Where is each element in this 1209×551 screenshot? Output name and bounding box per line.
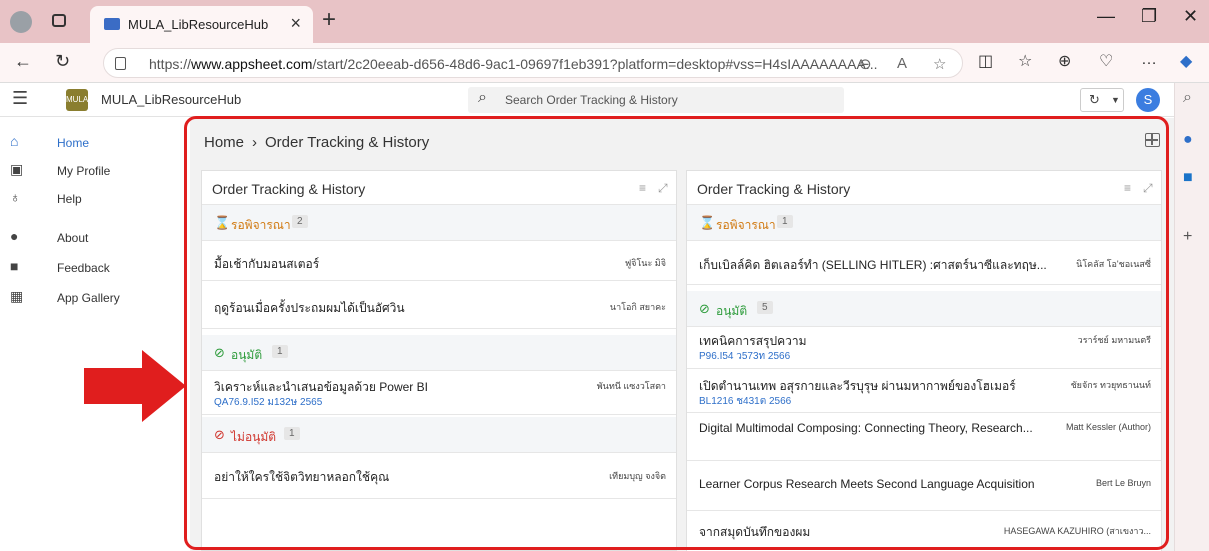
avatar[interactable]: S bbox=[1136, 88, 1160, 112]
edge-sidebar: ⌕ ● ■ + bbox=[1174, 83, 1209, 551]
search-input[interactable]: ⌕ Search Order Tracking & History bbox=[468, 87, 844, 113]
add-sidebar-app-icon[interactable]: + bbox=[1183, 228, 1192, 246]
sidebar-item-my-profile[interactable]: ▣ My Profile bbox=[0, 156, 184, 186]
sidebar-item-label: Help bbox=[57, 192, 82, 206]
close-window-icon[interactable]: ✕ bbox=[1183, 6, 1198, 27]
zoom-icon[interactable]: ⊖ bbox=[859, 55, 872, 73]
app-name: MULA_LibResourceHub bbox=[101, 92, 242, 107]
close-tab-icon[interactable]: × bbox=[290, 13, 301, 34]
menu-icon[interactable]: ☰ bbox=[12, 88, 28, 109]
lightbulb-icon: ♁ bbox=[10, 189, 21, 205]
favorites-icon[interactable]: ☆ bbox=[1018, 51, 1032, 71]
collections-icon[interactable]: ⊕ bbox=[1058, 51, 1071, 71]
url-text: https://www.appsheet.com/start/2c20eeab-… bbox=[149, 56, 878, 72]
search-sidebar-icon[interactable]: ⌕ bbox=[1183, 89, 1192, 107]
browser-profile-icon[interactable] bbox=[10, 11, 32, 33]
outlook-icon[interactable]: ■ bbox=[1183, 169, 1193, 187]
copilot-icon[interactable]: ◆ bbox=[1180, 51, 1192, 71]
browser-nav-bar: ← ↻ https://www.appsheet.com/start/2c20e… bbox=[0, 43, 1209, 83]
highlight-box bbox=[184, 116, 1169, 550]
tab-actions-icon[interactable] bbox=[52, 14, 66, 27]
sidebar-item-label: My Profile bbox=[57, 164, 111, 178]
restore-icon[interactable]: ❐ bbox=[1141, 6, 1157, 27]
browser-tab[interactable]: MULA_LibResourceHub × bbox=[90, 6, 313, 43]
chevron-down-icon: ▼ bbox=[1111, 95, 1120, 105]
annotation-arrow-icon bbox=[84, 350, 186, 422]
search-placeholder: Search Order Tracking & History bbox=[505, 93, 678, 107]
address-bar[interactable]: https://www.appsheet.com/start/2c20eeab-… bbox=[103, 48, 963, 78]
sidebar-item-home[interactable]: ⌂ Home bbox=[0, 128, 184, 158]
more-icon[interactable]: … bbox=[1141, 51, 1157, 69]
refresh-icon[interactable]: ↻ bbox=[55, 51, 70, 72]
app-logo: MULA bbox=[66, 89, 88, 111]
copilot-sidebar-icon[interactable]: ● bbox=[1183, 131, 1193, 149]
sidebar: ⌂ Home ▣ My Profile ♁ Help ● About ■ Fee… bbox=[0, 118, 184, 551]
search-icon: ⌕ bbox=[478, 89, 487, 106]
favicon-icon bbox=[104, 18, 120, 30]
sidebar-item-app-gallery[interactable]: ▦ App Gallery bbox=[0, 283, 184, 313]
app-header: ☰ MULA MULA_LibResourceHub ⌕ Search Orde… bbox=[0, 83, 1174, 117]
back-icon[interactable]: ← bbox=[14, 51, 32, 72]
sidebar-item-label: App Gallery bbox=[57, 291, 120, 305]
sidebar-item-label: About bbox=[57, 231, 89, 245]
sync-icon: ↻ bbox=[1089, 92, 1100, 107]
home-icon: ⌂ bbox=[10, 133, 19, 149]
profile-card-icon: ▣ bbox=[10, 161, 24, 177]
split-screen-icon[interactable]: ◫ bbox=[978, 51, 993, 71]
minimize-icon[interactable]: — bbox=[1097, 6, 1115, 27]
info-icon: ● bbox=[10, 228, 19, 244]
sidebar-item-help[interactable]: ♁ Help bbox=[0, 184, 184, 214]
browser-tab-title: MULA_LibResourceHub bbox=[128, 17, 269, 32]
new-tab-icon[interactable]: + bbox=[322, 6, 336, 34]
sidebar-item-about[interactable]: ● About bbox=[0, 223, 184, 253]
feedback-icon: ■ bbox=[10, 258, 19, 274]
grid-icon: ▦ bbox=[10, 288, 24, 304]
sidebar-item-feedback[interactable]: ■ Feedback bbox=[0, 253, 184, 283]
browser-essentials-icon[interactable]: ♡ bbox=[1099, 51, 1113, 71]
sync-button[interactable]: ↻ ▼ bbox=[1080, 88, 1124, 112]
browser-tab-bar: MULA_LibResourceHub × + — ❐ ✕ bbox=[0, 0, 1209, 43]
sidebar-item-label: Feedback bbox=[57, 261, 110, 275]
sidebar-item-label: Home bbox=[57, 136, 90, 150]
read-aloud-icon[interactable]: A bbox=[897, 55, 907, 72]
site-info-icon[interactable] bbox=[115, 57, 126, 70]
favorite-star-icon[interactable]: ☆ bbox=[933, 55, 946, 73]
